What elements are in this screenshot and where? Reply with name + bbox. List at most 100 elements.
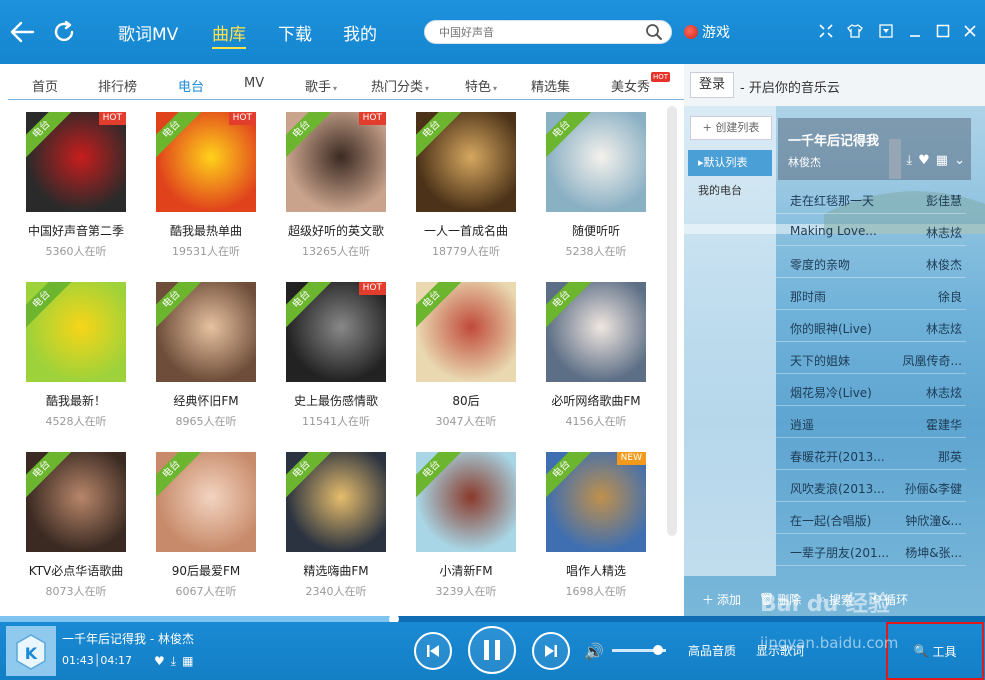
now-playing-card[interactable]: 一千年后记得我 林俊杰 ⤓ ♥ ▦ ⌄ bbox=[778, 118, 971, 180]
tab-hot-categories[interactable]: 热门分类 ▾ bbox=[371, 76, 429, 95]
playlist-default[interactable]: ▸默认列表 bbox=[688, 150, 772, 176]
station-cover[interactable]: 电台 bbox=[286, 452, 386, 552]
tab-radio[interactable]: 电台 bbox=[178, 76, 204, 95]
refresh-icon[interactable] bbox=[50, 18, 78, 46]
song-row[interactable]: 春暖花开(2013... 那英 bbox=[776, 440, 966, 470]
station-card[interactable]: 电台 80后 3047人在听 bbox=[416, 282, 516, 432]
station-cover[interactable]: 电台 HOT bbox=[156, 112, 256, 212]
tab-mv[interactable]: MV bbox=[244, 76, 264, 91]
pause-button[interactable] bbox=[468, 626, 516, 674]
station-card[interactable]: 电台 精选嗨曲FM 2340人在听 bbox=[286, 452, 386, 602]
station-cover[interactable]: 电台 bbox=[156, 452, 256, 552]
nav-download[interactable]: 下载 bbox=[278, 20, 312, 45]
station-card[interactable]: 电台 一人一首成名曲 18779人在听 bbox=[416, 112, 516, 262]
tab-home[interactable]: 首页 bbox=[32, 76, 58, 95]
station-cover[interactable]: 电台 bbox=[26, 452, 126, 552]
heart-icon[interactable]: ♥ bbox=[918, 153, 930, 168]
song-row[interactable]: 烟花易冷(Live) 林志炫 bbox=[776, 376, 966, 406]
station-card[interactable]: 电台 随便听听 5238人在听 bbox=[546, 112, 646, 262]
station-card[interactable]: 电台 HOT 史上最伤感情歌 11541人在听 bbox=[286, 282, 386, 432]
station-cover[interactable]: 电台 bbox=[26, 282, 126, 382]
station-title[interactable]: 经典怀旧FM bbox=[136, 392, 276, 409]
station-card[interactable]: 电台 酷我最新！ 4528人在听 bbox=[26, 282, 126, 432]
station-card[interactable]: 电台 NEW 唱作人精选 1698人在听 bbox=[546, 452, 646, 602]
station-title[interactable]: 酷我最热单曲 bbox=[136, 222, 276, 239]
song-row[interactable]: 在一起(合唱版) 钟欣潼&... bbox=[776, 504, 966, 534]
station-title[interactable]: KTV必点华语歌曲 bbox=[6, 562, 146, 579]
mv-film-icon[interactable]: ▦ bbox=[182, 654, 193, 669]
station-card[interactable]: 电台 经典怀旧FM 8965人在听 bbox=[156, 282, 256, 432]
song-row[interactable]: 一辈子朋友(201... 杨坤&张... bbox=[776, 536, 966, 566]
station-title[interactable]: 必听网络歌曲FM bbox=[526, 392, 666, 409]
login-button[interactable]: 登录 bbox=[690, 72, 734, 98]
station-card[interactable]: 电台 90后最爱FM 6067人在听 bbox=[156, 452, 256, 602]
tab-collections[interactable]: 精选集 bbox=[531, 76, 570, 95]
song-row[interactable]: 风吹麦浪(2013... 孙俪&李健 bbox=[776, 472, 966, 502]
station-cover[interactable]: 电台 bbox=[156, 282, 256, 382]
station-cover[interactable]: 电台 HOT bbox=[286, 282, 386, 382]
station-cover[interactable]: 电台 bbox=[546, 112, 646, 212]
tab-singers[interactable]: 歌手 ▾ bbox=[305, 76, 337, 95]
tab-beauty-show[interactable]: 美女秀 HOT bbox=[611, 72, 671, 95]
station-title[interactable]: 史上最伤感情歌 bbox=[266, 392, 406, 409]
station-title[interactable]: 小清新FM bbox=[396, 562, 536, 579]
station-cover[interactable]: 电台 NEW bbox=[546, 452, 646, 552]
song-row[interactable]: 那时雨 徐良 bbox=[776, 280, 966, 310]
scrollbar[interactable] bbox=[667, 106, 677, 536]
volume-icon[interactable]: 🔊 bbox=[584, 642, 604, 661]
volume-knob[interactable] bbox=[652, 645, 663, 655]
station-card[interactable]: 电台 必听网络歌曲FM 4156人在听 bbox=[546, 282, 646, 432]
station-title[interactable]: 80后 bbox=[396, 392, 536, 409]
download-icon[interactable]: ⤓ bbox=[171, 654, 176, 669]
minimize-icon[interactable] bbox=[906, 22, 924, 40]
station-title[interactable]: 一人一首成名曲 bbox=[396, 222, 536, 239]
song-row[interactable]: Making Love... 林志炫 bbox=[776, 216, 966, 246]
tab-charts[interactable]: 排行榜 bbox=[98, 76, 137, 95]
quality-button[interactable]: 高品音质 bbox=[688, 642, 736, 659]
next-button[interactable] bbox=[532, 632, 570, 670]
station-card[interactable]: 电台 HOT 酷我最热单曲 19531人在听 bbox=[156, 112, 256, 262]
mv-film-icon[interactable]: ▦ bbox=[936, 153, 948, 168]
station-cover[interactable]: 电台 HOT bbox=[286, 112, 386, 212]
download-icon[interactable]: ⤓ bbox=[906, 153, 912, 168]
song-row[interactable]: 逍遥 霍建华 bbox=[776, 408, 966, 438]
song-row[interactable]: 天下的姐妹 凤凰传奇... bbox=[776, 344, 966, 374]
game-link[interactable]: 游戏 bbox=[684, 22, 730, 42]
menu-dropdown-icon[interactable] bbox=[877, 22, 895, 40]
song-row[interactable]: 零度的亲吻 林俊杰 bbox=[776, 248, 966, 278]
station-card[interactable]: 电台 HOT 超级好听的英文歌 13265人在听 bbox=[286, 112, 386, 262]
tab-featured[interactable]: 特色 ▾ bbox=[465, 76, 497, 95]
station-cover[interactable]: 电台 bbox=[546, 282, 646, 382]
station-title[interactable]: 中国好声音第二季 bbox=[6, 222, 146, 239]
station-cover[interactable]: 电台 bbox=[416, 112, 516, 212]
heart-icon[interactable]: ♥ bbox=[154, 654, 165, 669]
station-cover[interactable]: 电台 bbox=[416, 452, 516, 552]
station-title[interactable]: 超级好听的英文歌 bbox=[266, 222, 406, 239]
previous-button[interactable] bbox=[414, 632, 452, 670]
playlist-my-radio[interactable]: 我的电台 bbox=[688, 178, 772, 204]
station-cover[interactable]: 电台 bbox=[416, 282, 516, 382]
station-cover[interactable]: 电台 HOT bbox=[26, 112, 126, 212]
close-icon[interactable] bbox=[961, 22, 979, 40]
back-arrow-icon[interactable] bbox=[8, 18, 36, 46]
create-list-button[interactable]: + 创建列表 bbox=[690, 116, 772, 140]
tools-button[interactable]: 🔍 工具 bbox=[886, 622, 984, 680]
station-title[interactable]: 90后最爱FM bbox=[136, 562, 276, 579]
more-chevron-icon[interactable]: ⌄ bbox=[954, 153, 965, 168]
station-title[interactable]: 随便听听 bbox=[526, 222, 666, 239]
maximize-icon[interactable] bbox=[934, 22, 952, 40]
nav-mine[interactable]: 我的 bbox=[343, 20, 377, 45]
nav-lyrics-mv[interactable]: 歌词MV bbox=[118, 20, 178, 45]
add-button[interactable]: ＋添加 bbox=[702, 591, 741, 608]
station-card[interactable]: 电台 KTV必点华语歌曲 8073人在听 bbox=[26, 452, 126, 602]
nav-library[interactable]: 曲库 bbox=[212, 20, 246, 49]
search-box[interactable] bbox=[424, 20, 672, 44]
station-title[interactable]: 唱作人精选 bbox=[526, 562, 666, 579]
song-row[interactable]: 走在红毯那一天 彭佳慧 bbox=[776, 184, 966, 214]
skin-shirt-icon[interactable] bbox=[846, 22, 864, 40]
station-card[interactable]: 电台 小清新FM 3239人在听 bbox=[416, 452, 516, 602]
station-title[interactable]: 精选嗨曲FM bbox=[266, 562, 406, 579]
station-card[interactable]: 电台 HOT 中国好声音第二季 5360人在听 bbox=[26, 112, 126, 262]
album-cover[interactable]: K bbox=[6, 626, 56, 676]
search-input[interactable] bbox=[439, 24, 639, 40]
